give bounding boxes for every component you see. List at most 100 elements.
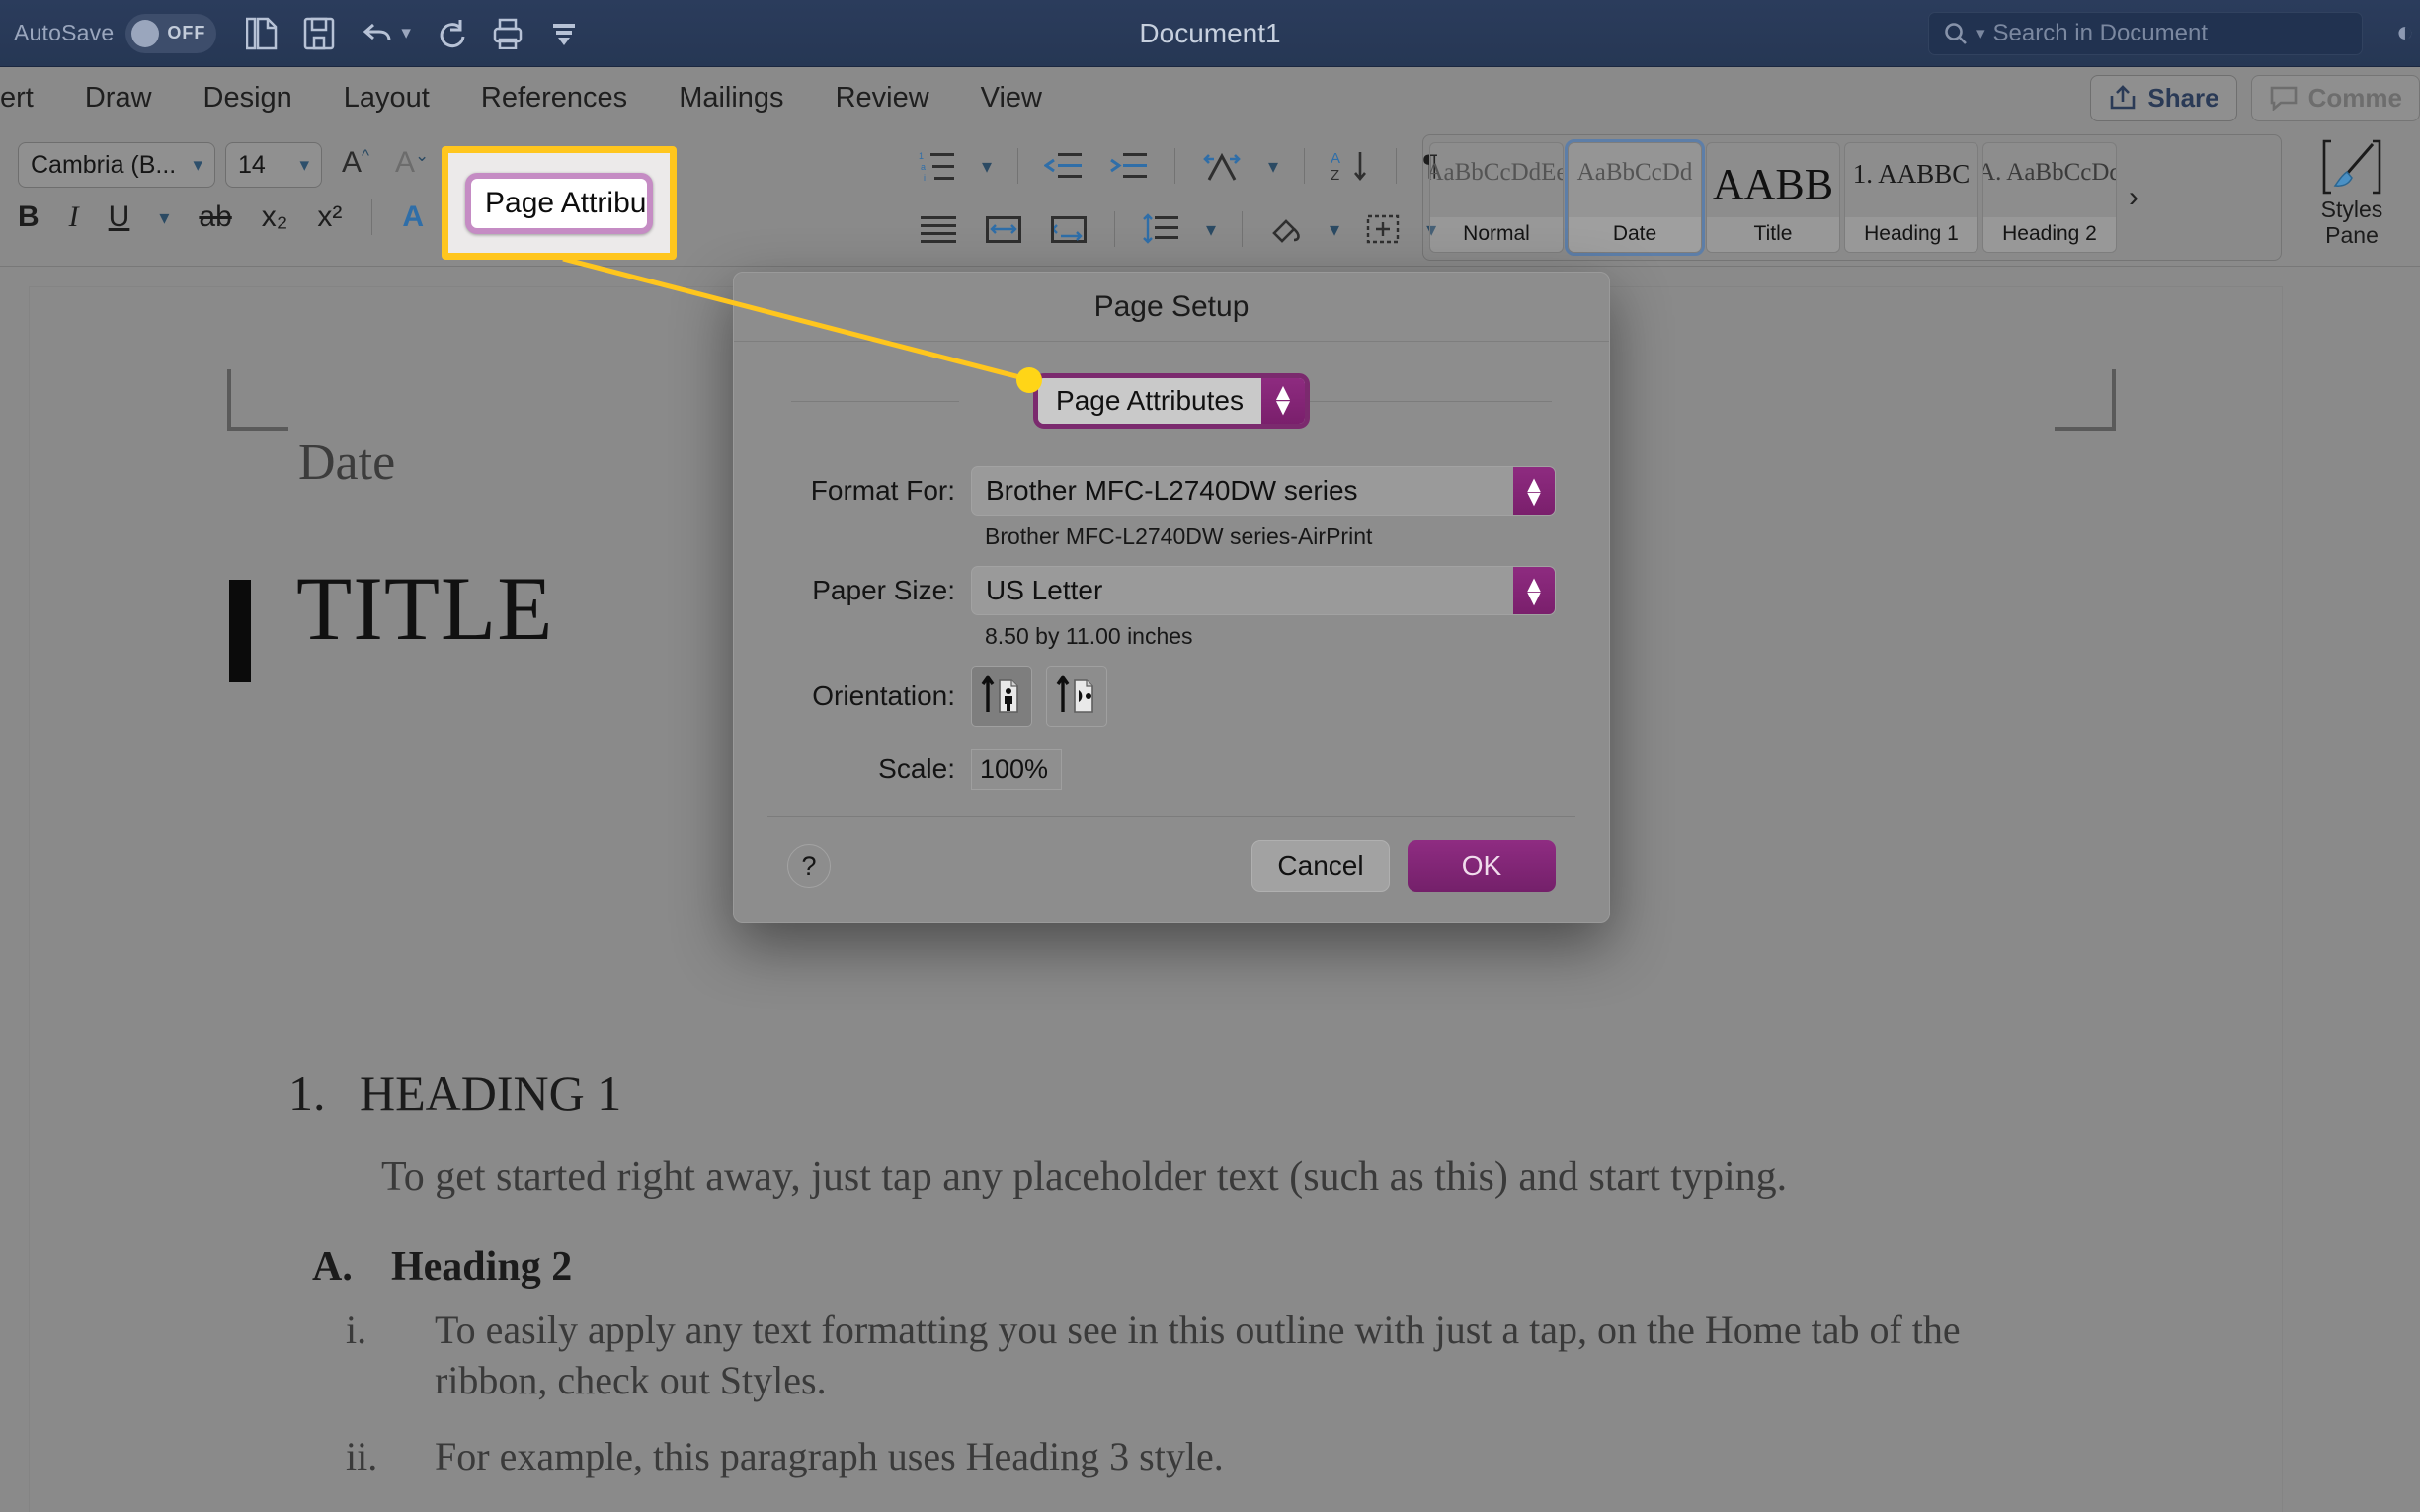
title-accent-bar — [229, 580, 251, 682]
divider — [791, 401, 959, 402]
chevron-down-icon[interactable]: ▾ — [1268, 154, 1278, 179]
decrease-indent-icon[interactable] — [1044, 151, 1084, 181]
multilevel-list-icon[interactable]: 1ai — [919, 149, 956, 183]
borders-icon[interactable] — [1365, 213, 1401, 245]
orientation-portrait-button[interactable] — [971, 666, 1032, 727]
font-name-select[interactable]: Cambria (B... ▾ — [18, 142, 215, 188]
font-name-value: Cambria (B... — [31, 150, 177, 179]
style-title[interactable]: AABB Title — [1706, 142, 1840, 253]
chevron-down-icon: ▾ — [1976, 24, 1985, 42]
chevron-down-icon[interactable]: ▾ — [1330, 217, 1339, 242]
share-button[interactable]: Share — [2090, 74, 2237, 121]
tab-design[interactable]: Design — [178, 82, 318, 115]
paper-size-select[interactable]: US Letter ▲ ▼ — [971, 566, 1556, 615]
document-heading-1[interactable]: 1. HEADING 1 — [288, 1065, 621, 1122]
format-for-note: Brother MFC-L2740DW series-AirPrint — [985, 523, 1373, 549]
bold-button[interactable]: B — [18, 200, 40, 234]
stepper-icon[interactable]: ▲ ▼ — [1513, 467, 1555, 515]
paragraph-row-2: ▾ ▾ ▾ — [909, 198, 1438, 261]
styles-gallery-more-button[interactable]: › — [2121, 181, 2146, 214]
styles-pane-label-2: Pane — [2325, 222, 2379, 249]
search-input[interactable]: ▾ Search in Document — [1928, 12, 2363, 55]
page-attributes-callout-select[interactable]: Page Attributes ▲▼ — [465, 172, 653, 234]
divider — [1304, 148, 1306, 184]
landscape-icon — [1056, 675, 1093, 713]
heading-1-number: 1. — [288, 1066, 326, 1121]
orientation-row: Orientation: — [787, 666, 1556, 727]
styles-pane-label: Styles — [2320, 197, 2383, 222]
shading-icon[interactable] — [1268, 213, 1304, 245]
shrink-font-button[interactable]: A⌄ — [395, 146, 429, 180]
ribbon-tab-bar: ert Draw Design Layout References Mailin… — [0, 67, 2420, 128]
ok-button[interactable]: OK — [1408, 840, 1556, 892]
paragraph-row-1: 1ai ▾ ▾ AZ ¶ — [909, 134, 1438, 198]
styles-pane-button[interactable]: Styles Pane — [2294, 138, 2410, 257]
settings-select[interactable]: Page Attributes ▲ ▼ — [1033, 373, 1310, 429]
strikethrough-button[interactable]: ab — [199, 200, 231, 234]
orientation-landscape-button[interactable] — [1046, 666, 1107, 727]
align-left-icon[interactable] — [919, 214, 958, 244]
line-spacing-icon[interactable] — [1141, 213, 1180, 245]
grow-font-button[interactable]: A^ — [342, 146, 369, 180]
increase-indent-icon[interactable] — [1109, 151, 1149, 181]
ribbon-home-group: Cambria (B... ▾ 14 ▾ A^ A⌄ B I U ▾ ab x₂… — [0, 128, 2420, 267]
scale-label: Scale: — [878, 754, 955, 784]
window-menu-icon[interactable]: ◐ — [2396, 16, 2414, 49]
help-button[interactable]: ? — [787, 844, 831, 888]
document-title-text[interactable]: TITLE — [296, 556, 553, 661]
page-corner-mark-right — [2055, 369, 2116, 431]
list-item-text: To easily apply any text formatting you … — [435, 1308, 1961, 1403]
tab-layout[interactable]: Layout — [318, 82, 455, 115]
style-normal[interactable]: AaBbCcDdEe Normal — [1429, 142, 1564, 253]
format-for-select[interactable]: Brother MFC-L2740DW series ▲ ▼ — [971, 466, 1556, 516]
document-date-text[interactable]: Date — [298, 434, 395, 492]
comments-button[interactable]: Comme — [2250, 74, 2420, 121]
center-text-icon[interactable] — [984, 214, 1023, 244]
format-for-value: Brother MFC-L2740DW series — [986, 475, 1358, 506]
chevron-down-icon[interactable]: ▾ — [1206, 217, 1216, 242]
underline-button[interactable]: U — [109, 200, 130, 234]
tab-references[interactable]: References — [455, 82, 653, 115]
styles-gallery: AaBbCcDdEe Normal AaBbCcDd Date AABB Tit… — [1422, 134, 2282, 261]
tab-view[interactable]: View — [955, 82, 1068, 115]
divider — [1396, 148, 1398, 184]
page-corner-mark-left — [227, 369, 288, 431]
scale-row: Scale: 100% — [787, 749, 1556, 790]
page-attributes-callout-value: Page Attributes — [485, 186, 647, 219]
align-right-icon[interactable] — [1049, 214, 1089, 244]
document-heading-2[interactable]: A. Heading 2 — [312, 1243, 572, 1291]
italic-button[interactable]: I — [69, 200, 79, 234]
heading-2-number: A. — [312, 1244, 353, 1290]
document-list-item[interactable]: ii. For example, this paragraph uses Hea… — [346, 1433, 2035, 1479]
sort-icon[interactable]: AZ — [1331, 149, 1370, 183]
text-direction-icon[interactable] — [1201, 150, 1243, 182]
scale-input[interactable]: 100% — [971, 749, 1062, 790]
document-paragraph-1[interactable]: To get started right away, just tap any … — [381, 1154, 1787, 1201]
subscript-button[interactable]: x₂ — [262, 200, 288, 234]
text-color-button[interactable]: A — [402, 200, 424, 234]
divider — [1174, 148, 1176, 184]
chevron-down-icon[interactable]: ▾ — [982, 154, 992, 179]
chevron-down-icon[interactable]: ▾ — [159, 205, 169, 230]
stepper-icon[interactable]: ▲ ▼ — [1513, 567, 1555, 614]
font-size-select[interactable]: 14 ▾ — [225, 142, 322, 188]
style-date[interactable]: AaBbCcDd Date — [1565, 139, 1705, 256]
tab-mailings[interactable]: Mailings — [653, 82, 809, 115]
document-list-item[interactable]: i. To easily apply any text formatting y… — [346, 1305, 2035, 1405]
tab-draw[interactable]: Draw — [59, 82, 178, 115]
tab-insert[interactable]: ert — [0, 82, 59, 115]
style-heading-2[interactable]: A. AaBbCcDd Heading 2 — [1982, 142, 2117, 253]
cancel-button[interactable]: Cancel — [1251, 840, 1390, 892]
word-app-window: AutoSave OFF ▾ Document1 ▾ Search in Doc… — [0, 0, 2420, 1512]
font-format-row: B I U ▾ ab x₂ x² A ▾ — [18, 199, 463, 235]
list-marker: i. — [346, 1308, 367, 1352]
superscript-button[interactable]: x² — [317, 200, 342, 234]
settings-row: Page Attributes ▲ ▼ — [787, 342, 1556, 460]
divider — [1017, 148, 1019, 184]
dialog-footer: ? Cancel OK — [734, 817, 1609, 892]
stepper-icon[interactable]: ▲ ▼ — [1260, 378, 1305, 424]
style-name: Title — [1707, 217, 1839, 252]
tab-review[interactable]: Review — [810, 82, 955, 115]
paper-size-row: Paper Size: US Letter ▲ ▼ — [787, 566, 1556, 615]
style-heading-1[interactable]: 1. AABBC Heading 1 — [1844, 142, 1978, 253]
